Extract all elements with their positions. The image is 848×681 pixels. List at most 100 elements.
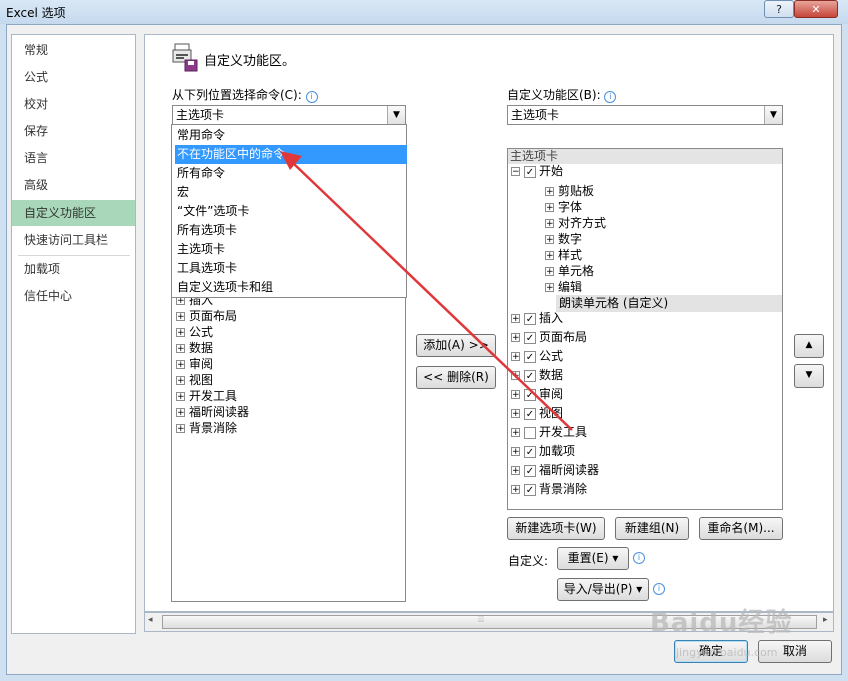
expand-icon[interactable]: +	[545, 283, 554, 293]
scroll-left-icon[interactable]: ◂	[148, 615, 153, 625]
expand-icon[interactable]: +	[511, 466, 520, 476]
import-export-button[interactable]: 导入/导出(P) ▾	[557, 578, 649, 601]
expand-icon[interactable]: +	[511, 485, 520, 495]
expand-icon[interactable]: +	[545, 235, 554, 245]
dropdown-option-macros[interactable]: 宏	[175, 183, 407, 202]
dropdown-option-not-in-ribbon[interactable]: 不在功能区中的命令	[175, 145, 407, 164]
section-title: 自定义功能区。	[204, 54, 296, 69]
add-button[interactable]: 添加(A) >>	[416, 334, 496, 357]
checkbox-checked-icon[interactable]: ✓	[524, 312, 536, 325]
tree-item-label: 审阅	[539, 387, 564, 401]
nav-item-addins[interactable]: 加载项	[12, 257, 135, 282]
tree-item-label: 页面布局	[539, 330, 588, 344]
tree-item-tab[interactable]: + ✓ 背景消除	[511, 480, 587, 499]
tree-item-tab[interactable]: + ✓ 审阅	[511, 385, 563, 404]
nav-item-formulas[interactable]: 公式	[12, 65, 135, 90]
nav-item-advanced[interactable]: 高级	[12, 173, 135, 198]
expand-icon[interactable]: +	[511, 371, 520, 381]
tree-item-tab[interactable]: + ✓ 视图	[511, 404, 563, 423]
expand-icon[interactable]: +	[511, 352, 520, 362]
tree-item-tab[interactable]: + ✓ 公式	[511, 347, 563, 366]
expand-icon[interactable]: +	[176, 392, 185, 402]
remove-button[interactable]: << 删除(R)	[416, 366, 496, 389]
dropdown-option-all-commands[interactable]: 所有命令	[175, 164, 407, 183]
tree-item-tab[interactable]: + ✓ 插入	[511, 309, 563, 328]
expand-icon[interactable]: +	[176, 344, 185, 354]
expand-icon[interactable]: +	[545, 219, 554, 229]
tree-item-tab[interactable]: + ✓ 福昕阅读器	[511, 461, 599, 480]
nav-item-proofing[interactable]: 校对	[12, 92, 135, 117]
checkbox-checked-icon[interactable]: ✓	[524, 464, 536, 477]
expand-icon[interactable]: +	[545, 267, 554, 277]
dropdown-option-popular[interactable]: 常用命令	[175, 126, 407, 145]
new-tab-button[interactable]: 新建选项卡(W)	[507, 517, 605, 540]
dropdown-option-main-tabs[interactable]: 主选项卡	[175, 240, 407, 259]
dropdown-option-all-tabs[interactable]: 所有选项卡	[175, 221, 407, 240]
expand-icon[interactable]: +	[545, 251, 554, 261]
checkbox-checked-icon[interactable]: ✓	[524, 350, 536, 363]
expand-icon[interactable]: +	[176, 328, 185, 338]
dropdown-option-file-tab[interactable]: “文件”选项卡	[175, 202, 407, 221]
list-item-label: 审阅	[189, 357, 214, 371]
tree-item-tab[interactable]: + ✓ 页面布局	[511, 328, 587, 347]
triangle-down-icon: ▼	[805, 370, 813, 380]
expand-icon[interactable]: +	[511, 409, 520, 419]
customize-ribbon-text: 自定义功能区(B):	[507, 88, 601, 102]
close-button[interactable]: ✕	[794, 0, 838, 18]
tree-item-label: 编辑	[558, 280, 583, 294]
checkbox-checked-icon[interactable]: ✓	[524, 445, 536, 458]
nav-item-quick-access[interactable]: 快速访问工具栏	[12, 228, 135, 253]
new-group-button[interactable]: 新建组(N)	[615, 517, 689, 540]
move-down-button[interactable]: ▼	[794, 364, 824, 388]
info-icon: i	[653, 583, 665, 595]
expand-icon[interactable]: +	[176, 408, 185, 418]
list-item-label: 公式	[189, 325, 214, 339]
list-item[interactable]: + 背景消除	[176, 419, 237, 438]
checkbox-checked-icon[interactable]: ✓	[524, 388, 536, 401]
expand-icon[interactable]: +	[176, 360, 185, 370]
rename-button[interactable]: 重命名(M)...	[699, 517, 783, 540]
expand-icon[interactable]: +	[511, 447, 520, 457]
nav-item-general[interactable]: 常规	[12, 38, 135, 63]
checkbox-checked-icon[interactable]: ✓	[524, 407, 536, 420]
ribbon-tabs-combo[interactable]: 主选项卡 ▼	[507, 105, 783, 125]
help-button[interactable]: ?	[764, 0, 794, 18]
reset-button[interactable]: 重置(E) ▾	[557, 547, 629, 570]
commands-dropdown: 常用命令 不在功能区中的命令 所有命令 宏 “文件”选项卡 所有选项卡 主选项卡…	[171, 124, 407, 298]
tree-item-tab[interactable]: + ✓ 数据	[511, 366, 563, 385]
expand-icon[interactable]: +	[511, 390, 520, 400]
expand-icon[interactable]: +	[176, 376, 185, 386]
nav-item-language[interactable]: 语言	[12, 146, 135, 171]
dropdown-option-tool-tabs[interactable]: 工具选项卡	[175, 259, 407, 278]
tree-item-label: 背景消除	[539, 482, 588, 496]
nav-item-save[interactable]: 保存	[12, 119, 135, 144]
expand-icon[interactable]: +	[545, 203, 554, 213]
checkbox-checked-icon[interactable]: ✓	[524, 331, 536, 344]
scroll-right-icon[interactable]: ▸	[823, 615, 828, 625]
tree-item-label: 对齐方式	[558, 216, 607, 230]
window-title: Excel 选项	[6, 6, 66, 20]
expand-icon[interactable]: +	[176, 424, 185, 434]
tree-item-custom-group[interactable]: 朗读单元格 (自定义)	[556, 295, 782, 312]
tree-item-home[interactable]: − ✓ 开始	[511, 162, 563, 181]
checkbox-checked-icon[interactable]: ✓	[524, 483, 536, 496]
checkbox-checked-icon[interactable]: ✓	[524, 369, 536, 382]
expand-icon[interactable]: +	[511, 333, 520, 343]
expand-icon[interactable]: +	[545, 187, 554, 197]
expand-icon[interactable]: +	[511, 314, 520, 324]
chevron-down-icon[interactable]: ▼	[764, 106, 782, 124]
tree-item-label: 加载项	[539, 444, 576, 458]
checkbox-checked-icon[interactable]: ✓	[524, 165, 536, 178]
chevron-down-icon[interactable]: ▼	[387, 106, 405, 124]
expand-icon[interactable]: +	[511, 428, 520, 438]
collapse-icon[interactable]: −	[511, 167, 520, 177]
tree-item-tab[interactable]: + ✓ 加载项	[511, 442, 575, 461]
dropdown-option-custom-tabs[interactable]: 自定义选项卡和组	[175, 278, 407, 297]
nav-item-customize-ribbon[interactable]: 自定义功能区	[12, 200, 135, 226]
expand-icon[interactable]: +	[176, 312, 185, 322]
move-up-button[interactable]: ▲	[794, 334, 824, 358]
tree-item-tab[interactable]: + 开发工具	[511, 423, 587, 442]
nav-item-trust-center[interactable]: 信任中心	[12, 284, 135, 309]
checkbox-unchecked-icon[interactable]	[524, 426, 536, 439]
choose-commands-combo[interactable]: 主选项卡 ▼	[172, 105, 406, 125]
